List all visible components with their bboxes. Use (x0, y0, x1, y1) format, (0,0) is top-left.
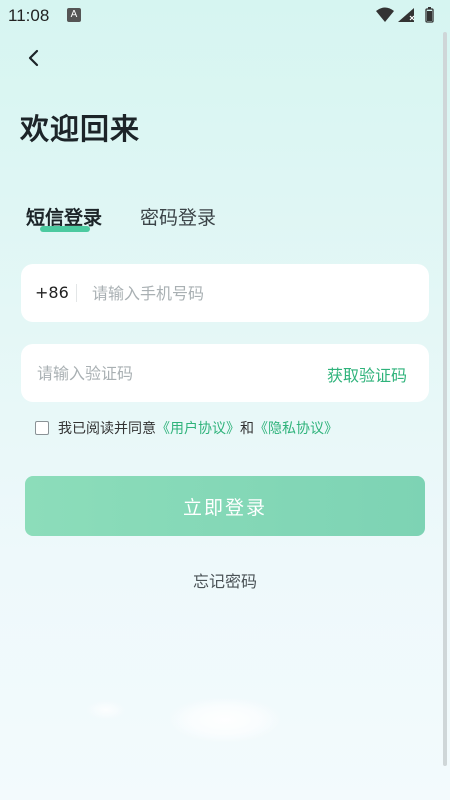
forgot-password-link[interactable]: 忘记密码 (0, 568, 450, 592)
signal-icon (398, 8, 415, 22)
status-time: 11:08 (8, 6, 50, 25)
chevron-left-icon (28, 49, 39, 67)
phone-input[interactable] (92, 264, 412, 322)
agreement-checkbox[interactable] (35, 421, 49, 435)
agreement-prefix: 我已阅读并同意 (58, 421, 156, 437)
wifi-icon (376, 7, 394, 22)
user-agreement-link[interactable]: 《用户协议》 (156, 418, 240, 438)
tab-password-login[interactable]: 密码登录 (140, 203, 216, 230)
blurred-region-small (86, 700, 126, 720)
scrollbar[interactable] (443, 32, 447, 766)
field-divider (76, 284, 77, 302)
page-title: 欢迎回来 (20, 112, 141, 146)
agreement-conjunction: 和 (240, 421, 254, 437)
agreement-row: 我已阅读并同意 《用户协议》 和 《隐私协议》 (35, 418, 338, 438)
status-bar: 11:08 A (0, 0, 450, 32)
blurred-region (170, 698, 280, 742)
back-button[interactable] (18, 42, 50, 74)
status-icons (374, 5, 444, 25)
login-button[interactable]: 立即登录 (25, 476, 425, 536)
battery-icon (425, 7, 434, 23)
privacy-agreement-link[interactable]: 《隐私协议》 (254, 418, 338, 438)
get-code-button[interactable]: 获取验证码 (327, 362, 407, 386)
code-field-card: 获取验证码 (21, 344, 429, 402)
country-code-selector[interactable]: +86 (35, 283, 69, 302)
notification-icon: A (67, 8, 81, 22)
verification-code-input[interactable] (37, 344, 307, 402)
active-tab-indicator (40, 226, 90, 232)
phone-field-card: +86 (21, 264, 429, 322)
